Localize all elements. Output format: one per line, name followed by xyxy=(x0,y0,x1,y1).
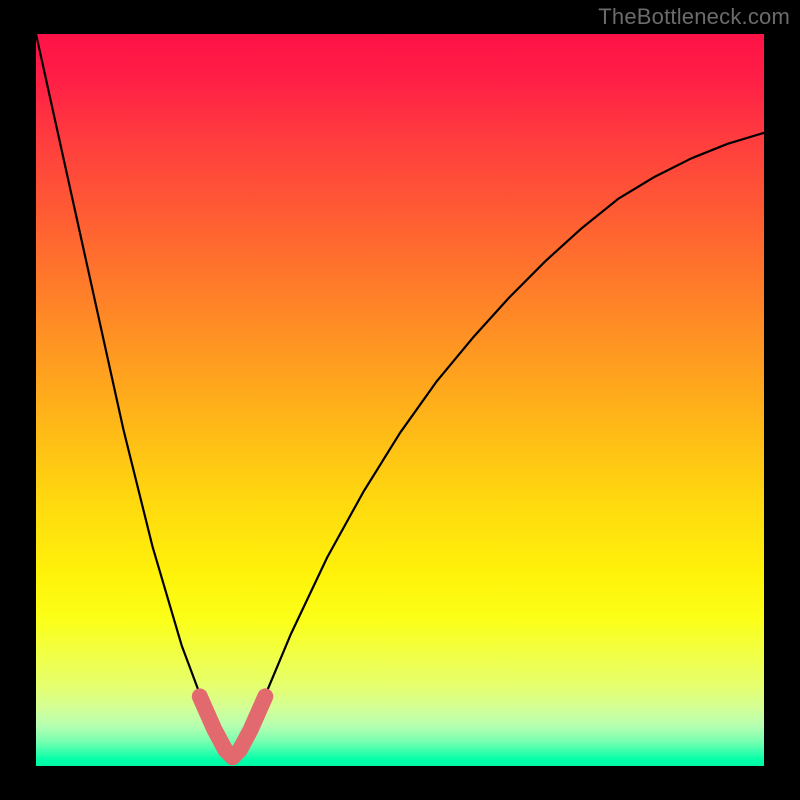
chart-frame: TheBottleneck.com xyxy=(0,0,800,800)
bottleneck-curve-path xyxy=(36,34,764,759)
watermark-text: TheBottleneck.com xyxy=(598,4,790,30)
curve-layer xyxy=(36,34,764,766)
plot-area xyxy=(36,34,764,766)
bottom-marker-path xyxy=(200,696,266,757)
